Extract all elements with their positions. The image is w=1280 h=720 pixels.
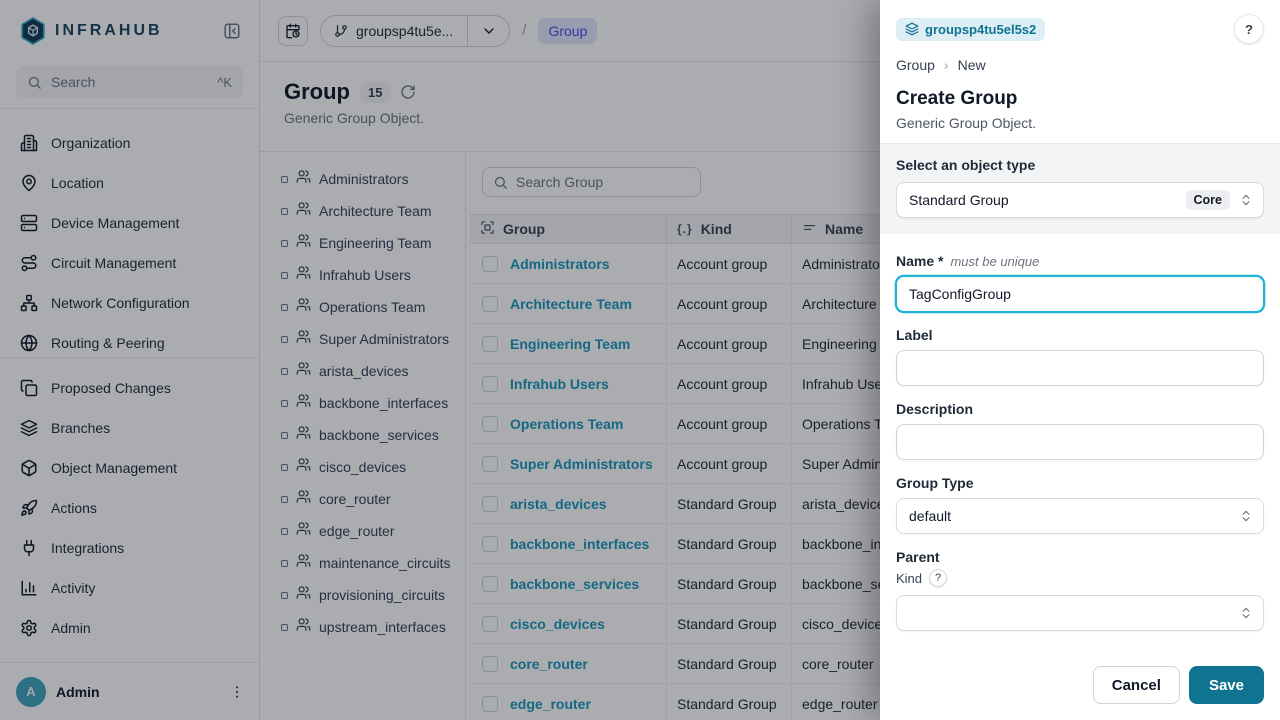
save-button[interactable]: Save — [1189, 666, 1264, 704]
breadcrumb-current: New — [958, 57, 986, 73]
object-type-section: Select an object type Standard Group Cor… — [880, 143, 1280, 234]
drawer-header: groupsp4tu5el5s2 ? Group › New Create Gr… — [880, 0, 1280, 143]
object-type-value: Standard Group — [909, 192, 1009, 208]
group-type-value: default — [909, 508, 951, 524]
modal-dim-overlay[interactable] — [0, 0, 880, 720]
object-type-select[interactable]: Standard Group Core — [896, 182, 1264, 218]
name-input[interactable] — [896, 276, 1264, 312]
group-type-label: Group Type — [896, 475, 1264, 491]
object-type-label: Select an object type — [896, 157, 1264, 173]
parent-kind-select[interactable] — [896, 595, 1264, 631]
layers-icon — [905, 22, 919, 36]
create-group-drawer: groupsp4tu5el5s2 ? Group › New Create Gr… — [880, 0, 1280, 720]
group-type-select[interactable]: default — [896, 498, 1264, 534]
branch-badge: groupsp4tu5el5s2 — [896, 18, 1045, 41]
parent-label: Parent — [896, 549, 1264, 565]
drawer-title: Create Group — [896, 88, 1264, 110]
drawer-breadcrumb: Group › New — [896, 57, 1264, 73]
label-label: Label — [896, 327, 1264, 343]
chevrons-up-down-icon — [1239, 606, 1253, 620]
drawer-footer: Cancel Save — [880, 652, 1280, 720]
kind-help-button[interactable]: ? — [929, 569, 947, 587]
parent-kind-row: Kind ? — [896, 569, 1264, 587]
core-badge: Core — [1186, 190, 1230, 210]
chevrons-up-down-icon — [1239, 193, 1253, 207]
description-input[interactable] — [896, 424, 1264, 460]
drawer-subtitle: Generic Group Object. — [896, 115, 1264, 131]
name-label: Name * must be unique — [896, 253, 1264, 269]
help-button[interactable]: ? — [1234, 14, 1264, 44]
chevron-right-icon: › — [944, 57, 949, 73]
breadcrumb-root[interactable]: Group — [896, 57, 935, 73]
chevrons-up-down-icon — [1239, 509, 1253, 523]
create-group-form: Name * must be unique Label Description … — [880, 234, 1280, 652]
label-input[interactable] — [896, 350, 1264, 386]
kind-label: Kind — [896, 571, 922, 586]
description-label: Description — [896, 401, 1264, 417]
name-hint: must be unique — [950, 254, 1039, 269]
cancel-button[interactable]: Cancel — [1093, 666, 1180, 704]
